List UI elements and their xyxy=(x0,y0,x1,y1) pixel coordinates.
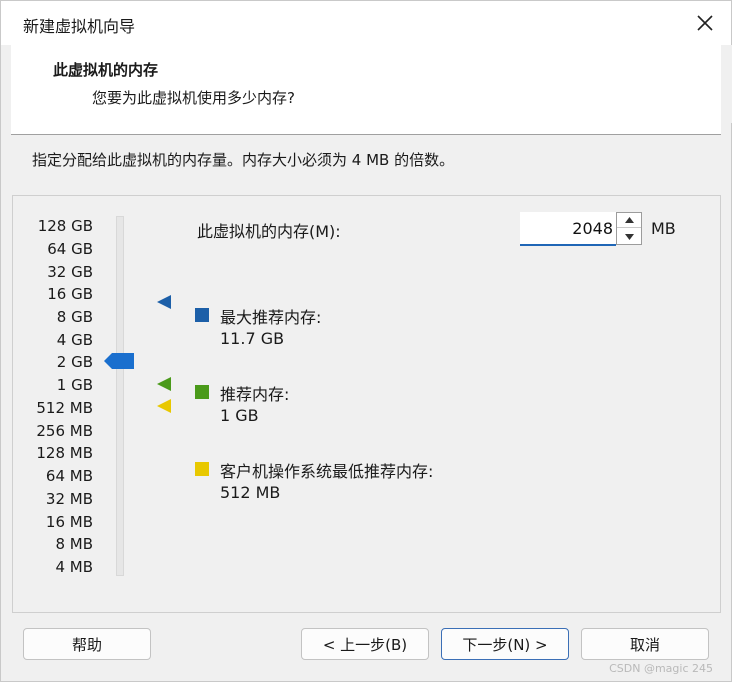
scale-label: 16 MB xyxy=(45,513,93,531)
back-button[interactable]: < 上一步(B) xyxy=(301,628,429,660)
scale-label: 2 GB xyxy=(56,353,93,371)
memory-spinner xyxy=(616,212,642,245)
title-bar: 新建虚拟机向导 xyxy=(1,1,731,45)
caret-up-icon xyxy=(624,217,634,223)
header-side-right xyxy=(721,45,732,123)
watermark: CSDN @magic 245 xyxy=(609,662,713,675)
scale-label: 128 MB xyxy=(36,444,93,462)
scale-label: 1 GB xyxy=(56,376,93,394)
help-button[interactable]: 帮助 xyxy=(23,628,151,660)
scale-label: 256 MB xyxy=(36,422,93,440)
new-vm-wizard-dialog: 新建虚拟机向导 此虚拟机的内存 您要为此虚拟机使用多少内存? 指定分配给此虚拟机… xyxy=(0,0,732,682)
scale-label: 8 GB xyxy=(56,308,93,326)
scale-label: 4 MB xyxy=(55,558,93,576)
spin-down-button[interactable] xyxy=(617,229,641,244)
scale-label: 32 GB xyxy=(47,263,93,281)
scale-label: 64 MB xyxy=(45,467,93,485)
window-title: 新建虚拟机向导 xyxy=(23,17,136,36)
memory-field-label: 此虚拟机的内存(M): xyxy=(197,222,341,241)
cancel-button[interactable]: 取消 xyxy=(581,628,709,660)
memory-unit: MB xyxy=(651,219,676,238)
scale-label: 4 GB xyxy=(56,331,93,349)
min-recommended-square-icon xyxy=(195,462,209,476)
close-button[interactable] xyxy=(679,1,731,45)
header-side-left xyxy=(1,45,11,123)
max-recommended-square-icon xyxy=(195,308,209,322)
caret-down-icon xyxy=(624,233,634,240)
spin-up-button[interactable] xyxy=(617,213,641,228)
scale-label: 32 MB xyxy=(45,490,93,508)
scale-label: 512 MB xyxy=(36,399,93,417)
instruction-text: 指定分配给此虚拟机的内存量。内存大小必须为 4 MB 的倍数。 xyxy=(32,151,455,169)
min-recommended-value: 512 MB xyxy=(220,483,281,502)
recommended-square-icon xyxy=(195,385,209,399)
page-subtitle: 您要为此虚拟机使用多少内存? xyxy=(92,89,295,107)
scale-label: 128 GB xyxy=(37,217,93,235)
memory-slider-track[interactable] xyxy=(116,216,124,576)
max-recommended-label: 最大推荐内存: xyxy=(220,308,322,327)
max-recommended-value: 11.7 GB xyxy=(220,329,285,348)
memory-slider-thumb[interactable] xyxy=(104,353,134,369)
scale-label: 8 MB xyxy=(55,535,93,553)
close-icon xyxy=(697,15,713,31)
recommended-label: 推荐内存: xyxy=(220,385,290,404)
recommended-value: 1 GB xyxy=(220,406,259,425)
min-recommended-marker-icon xyxy=(157,399,171,413)
scale-label: 64 GB xyxy=(47,240,93,258)
page-title: 此虚拟机的内存 xyxy=(53,61,159,79)
wizard-header: 此虚拟机的内存 您要为此虚拟机使用多少内存? xyxy=(11,45,721,135)
max-recommended-marker-icon xyxy=(157,295,171,309)
min-recommended-label: 客户机操作系统最低推荐内存: xyxy=(220,462,434,481)
memory-input[interactable] xyxy=(520,212,616,246)
scale-label: 16 GB xyxy=(47,285,93,303)
next-button[interactable]: 下一步(N) > xyxy=(441,628,569,660)
recommended-marker-icon xyxy=(157,377,171,391)
